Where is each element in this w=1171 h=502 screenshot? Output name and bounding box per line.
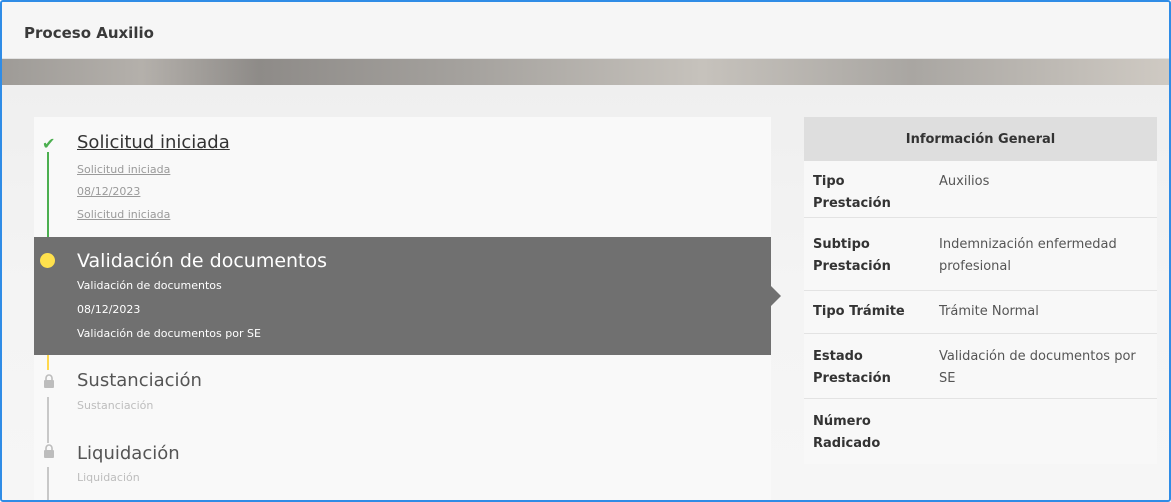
step-title[interactable]: Solicitud iniciada [77, 132, 230, 153]
header-banner-image [2, 59, 1169, 85]
general-info-panel: Información General Tipo Prestación Auxi… [804, 117, 1157, 464]
info-label: Estado Prestación [813, 349, 891, 386]
step-detail: Solicitud iniciada [77, 208, 171, 221]
process-timeline: ✔ Solicitud iniciada Solicitud iniciada … [34, 117, 771, 500]
info-value: Validación de documentos por SE [939, 349, 1136, 386]
info-label: Subtipo Prestación [813, 237, 891, 274]
app-window: Proceso Auxilio ✔ Solicitud iniciada Sol… [0, 0, 1171, 502]
timeline-step-sustanciacion[interactable]: Sustanciación Sustanciación [34, 355, 771, 425]
page-title: Proceso Auxilio [24, 24, 154, 42]
info-panel-title: Información General [804, 117, 1157, 161]
info-value: Trámite Normal [939, 304, 1039, 319]
info-label: Número Radicado [813, 414, 881, 451]
step-detail: Validación de documentos [77, 279, 222, 292]
header-bar: Proceso Auxilio [2, 2, 1169, 59]
info-row-tipo-prestacion: Tipo Prestación Auxilios [804, 161, 1157, 218]
info-row-estado-prestacion: Estado Prestación Validación de document… [804, 334, 1157, 399]
step-date: 08/12/2023 [77, 185, 141, 198]
info-row-subtipo-prestacion: Subtipo Prestación Indemnización enferme… [804, 218, 1157, 291]
step-detail: Validación de documentos por SE [77, 327, 261, 340]
timeline-step-validacion-documentos[interactable]: Validación de documentos Validación de d… [34, 237, 771, 355]
step-title[interactable]: Validación de documentos [77, 250, 327, 272]
lock-icon [44, 374, 54, 388]
lock-icon [44, 444, 54, 458]
info-value: Indemnización enfermedad profesional [939, 237, 1117, 274]
active-step-pointer [771, 286, 781, 306]
timeline-step-liquidacion[interactable]: Liquidación Liquidación [34, 425, 771, 495]
info-label: Tipo Trámite [813, 304, 905, 319]
check-icon: ✔ [42, 134, 56, 153]
step-detail: Liquidación [77, 471, 140, 484]
info-value: Auxilios [939, 174, 990, 189]
step-detail: Solicitud iniciada [77, 163, 171, 176]
step-title[interactable]: Sustanciación [77, 370, 202, 391]
info-row-numero-radicado: Número Radicado [804, 399, 1157, 463]
timeline-step-solicitud-iniciada[interactable]: ✔ Solicitud iniciada Solicitud iniciada … [34, 117, 771, 237]
step-title[interactable]: Liquidación [77, 443, 180, 464]
current-step-dot-icon [40, 253, 55, 268]
step-detail: Sustanciación [77, 399, 154, 412]
step-date: 08/12/2023 [77, 303, 141, 316]
info-label: Tipo Prestación [813, 174, 891, 211]
info-row-tipo-tramite: Tipo Trámite Trámite Normal [804, 291, 1157, 334]
